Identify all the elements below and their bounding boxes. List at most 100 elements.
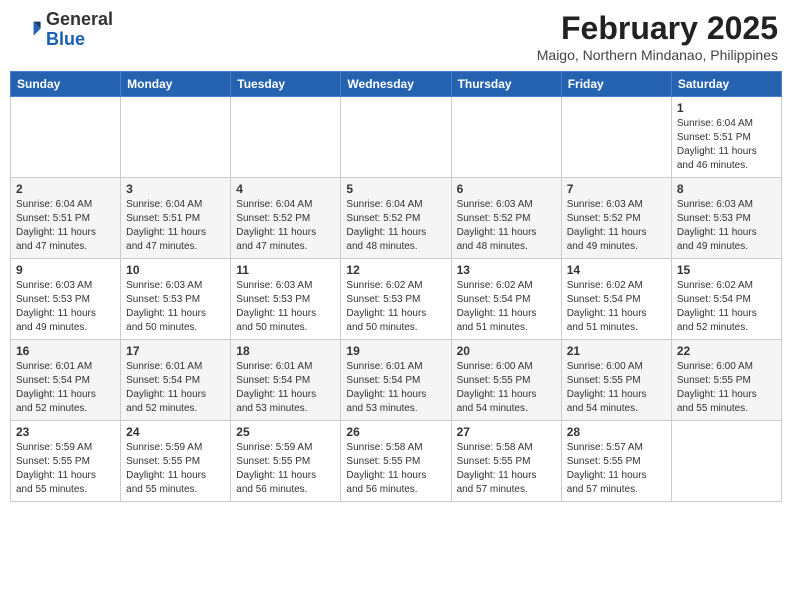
- calendar-cell: 3 Sunrise: 6:04 AM Sunset: 5:51 PM Daylig…: [121, 178, 231, 259]
- weekday-header-sunday: Sunday: [11, 72, 121, 97]
- day-info: Sunrise: 6:04 AM Sunset: 5:51 PM Dayligh…: [677, 117, 776, 173]
- calendar-cell: 4 Sunrise: 6:04 AM Sunset: 5:52 PM Daylig…: [231, 178, 341, 259]
- day-info: Sunrise: 6:01 AM Sunset: 5:54 PM Dayligh…: [346, 360, 445, 416]
- day-number: 17: [126, 344, 225, 358]
- day-info: Sunrise: 6:00 AM Sunset: 5:55 PM Dayligh…: [677, 360, 776, 416]
- day-info: Sunrise: 6:01 AM Sunset: 5:54 PM Dayligh…: [126, 360, 225, 416]
- calendar-cell: 24 Sunrise: 5:59 AM Sunset: 5:55 PM Dayli…: [121, 421, 231, 502]
- calendar-week-row: 9 Sunrise: 6:03 AM Sunset: 5:53 PM Daylig…: [11, 259, 782, 340]
- calendar-cell: 26 Sunrise: 5:58 AM Sunset: 5:55 PM Dayli…: [341, 421, 451, 502]
- calendar-cell: 23 Sunrise: 5:59 AM Sunset: 5:55 PM Dayli…: [11, 421, 121, 502]
- day-info: Sunrise: 6:04 AM Sunset: 5:51 PM Dayligh…: [16, 198, 115, 254]
- day-info: Sunrise: 5:59 AM Sunset: 5:55 PM Dayligh…: [16, 441, 115, 497]
- day-number: 9: [16, 263, 115, 277]
- day-number: 26: [346, 425, 445, 439]
- day-info: Sunrise: 6:03 AM Sunset: 5:52 PM Dayligh…: [567, 198, 666, 254]
- weekday-header-tuesday: Tuesday: [231, 72, 341, 97]
- day-info: Sunrise: 6:04 AM Sunset: 5:52 PM Dayligh…: [346, 198, 445, 254]
- weekday-header-thursday: Thursday: [451, 72, 561, 97]
- day-info: Sunrise: 6:03 AM Sunset: 5:53 PM Dayligh…: [677, 198, 776, 254]
- calendar-cell: 22 Sunrise: 6:00 AM Sunset: 5:55 PM Dayli…: [671, 340, 781, 421]
- day-info: Sunrise: 5:59 AM Sunset: 5:55 PM Dayligh…: [126, 441, 225, 497]
- day-number: 1: [677, 101, 776, 115]
- day-number: 2: [16, 182, 115, 196]
- calendar-cell: 13Sunrise: 6:02 AM Sunset: 5:54 PM Dayli…: [451, 259, 561, 340]
- day-info: Sunrise: 6:03 AM Sunset: 5:53 PM Dayligh…: [236, 279, 335, 335]
- calendar-cell: 12Sunrise: 6:02 AM Sunset: 5:53 PM Dayli…: [341, 259, 451, 340]
- calendar-cell: 10Sunrise: 6:03 AM Sunset: 5:53 PM Dayli…: [121, 259, 231, 340]
- calendar-cell: 28 Sunrise: 5:57 AM Sunset: 5:55 PM Dayli…: [561, 421, 671, 502]
- calendar-cell: 6Sunrise: 6:03 AM Sunset: 5:52 PM Daylig…: [451, 178, 561, 259]
- calendar-cell: 7 Sunrise: 6:03 AM Sunset: 5:52 PM Daylig…: [561, 178, 671, 259]
- day-info: Sunrise: 6:04 AM Sunset: 5:52 PM Dayligh…: [236, 198, 335, 254]
- day-number: 15: [677, 263, 776, 277]
- calendar-cell: 20Sunrise: 6:00 AM Sunset: 5:55 PM Dayli…: [451, 340, 561, 421]
- day-info: Sunrise: 6:02 AM Sunset: 5:54 PM Dayligh…: [457, 279, 556, 335]
- calendar-cell: 14 Sunrise: 6:02 AM Sunset: 5:54 PM Dayli…: [561, 259, 671, 340]
- title-block: February 2025 Maigo, Northern Mindanao, …: [537, 10, 778, 63]
- day-number: 6: [457, 182, 556, 196]
- day-number: 5: [346, 182, 445, 196]
- day-number: 22: [677, 344, 776, 358]
- day-info: Sunrise: 5:57 AM Sunset: 5:55 PM Dayligh…: [567, 441, 666, 497]
- calendar-cell: [121, 97, 231, 178]
- calendar-cell: 5 Sunrise: 6:04 AM Sunset: 5:52 PM Daylig…: [341, 178, 451, 259]
- day-info: Sunrise: 6:02 AM Sunset: 5:54 PM Dayligh…: [567, 279, 666, 335]
- calendar-week-row: 1 Sunrise: 6:04 AM Sunset: 5:51 PM Daylig…: [11, 97, 782, 178]
- calendar-cell: 15 Sunrise: 6:02 AM Sunset: 5:54 PM Dayli…: [671, 259, 781, 340]
- logo-text: General Blue: [46, 10, 113, 50]
- calendar-cell: 1 Sunrise: 6:04 AM Sunset: 5:51 PM Daylig…: [671, 97, 781, 178]
- day-number: 24: [126, 425, 225, 439]
- calendar-cell: [561, 97, 671, 178]
- location: Maigo, Northern Mindanao, Philippines: [537, 47, 778, 63]
- day-number: 11: [236, 263, 335, 277]
- day-info: Sunrise: 6:01 AM Sunset: 5:54 PM Dayligh…: [16, 360, 115, 416]
- calendar-week-row: 23 Sunrise: 5:59 AM Sunset: 5:55 PM Dayli…: [11, 421, 782, 502]
- day-number: 3: [126, 182, 225, 196]
- calendar-cell: 8 Sunrise: 6:03 AM Sunset: 5:53 PM Daylig…: [671, 178, 781, 259]
- page-header: General Blue February 2025 Maigo, Northe…: [10, 10, 782, 63]
- day-info: Sunrise: 6:02 AM Sunset: 5:53 PM Dayligh…: [346, 279, 445, 335]
- calendar-cell: 9Sunrise: 6:03 AM Sunset: 5:53 PM Daylig…: [11, 259, 121, 340]
- calendar-cell: 19 Sunrise: 6:01 AM Sunset: 5:54 PM Dayli…: [341, 340, 451, 421]
- weekday-header-wednesday: Wednesday: [341, 72, 451, 97]
- day-number: 27: [457, 425, 556, 439]
- day-number: 8: [677, 182, 776, 196]
- calendar-cell: 21 Sunrise: 6:00 AM Sunset: 5:55 PM Dayli…: [561, 340, 671, 421]
- calendar-cell: 17 Sunrise: 6:01 AM Sunset: 5:54 PM Dayli…: [121, 340, 231, 421]
- calendar-table: SundayMondayTuesdayWednesdayThursdayFrid…: [10, 71, 782, 502]
- day-info: Sunrise: 5:59 AM Sunset: 5:55 PM Dayligh…: [236, 441, 335, 497]
- weekday-header-row: SundayMondayTuesdayWednesdayThursdayFrid…: [11, 72, 782, 97]
- weekday-header-monday: Monday: [121, 72, 231, 97]
- calendar-cell: 16 Sunrise: 6:01 AM Sunset: 5:54 PM Dayli…: [11, 340, 121, 421]
- day-number: 19: [346, 344, 445, 358]
- day-info: Sunrise: 6:00 AM Sunset: 5:55 PM Dayligh…: [567, 360, 666, 416]
- month-title: February 2025: [537, 10, 778, 47]
- calendar-cell: [11, 97, 121, 178]
- day-info: Sunrise: 6:04 AM Sunset: 5:51 PM Dayligh…: [126, 198, 225, 254]
- calendar-week-row: 16 Sunrise: 6:01 AM Sunset: 5:54 PM Dayli…: [11, 340, 782, 421]
- day-number: 18: [236, 344, 335, 358]
- day-info: Sunrise: 5:58 AM Sunset: 5:55 PM Dayligh…: [457, 441, 556, 497]
- calendar-cell: 11 Sunrise: 6:03 AM Sunset: 5:53 PM Dayli…: [231, 259, 341, 340]
- day-number: 28: [567, 425, 666, 439]
- day-info: Sunrise: 6:00 AM Sunset: 5:55 PM Dayligh…: [457, 360, 556, 416]
- day-number: 7: [567, 182, 666, 196]
- day-number: 23: [16, 425, 115, 439]
- calendar-cell: [671, 421, 781, 502]
- logo-icon: [14, 16, 42, 44]
- day-info: Sunrise: 6:02 AM Sunset: 5:54 PM Dayligh…: [677, 279, 776, 335]
- day-number: 4: [236, 182, 335, 196]
- day-number: 25: [236, 425, 335, 439]
- day-number: 16: [16, 344, 115, 358]
- day-info: Sunrise: 5:58 AM Sunset: 5:55 PM Dayligh…: [346, 441, 445, 497]
- day-info: Sunrise: 6:03 AM Sunset: 5:53 PM Dayligh…: [126, 279, 225, 335]
- calendar-cell: 25 Sunrise: 5:59 AM Sunset: 5:55 PM Dayli…: [231, 421, 341, 502]
- day-number: 21: [567, 344, 666, 358]
- day-info: Sunrise: 6:01 AM Sunset: 5:54 PM Dayligh…: [236, 360, 335, 416]
- calendar-cell: 2 Sunrise: 6:04 AM Sunset: 5:51 PM Daylig…: [11, 178, 121, 259]
- weekday-header-friday: Friday: [561, 72, 671, 97]
- calendar-cell: 18 Sunrise: 6:01 AM Sunset: 5:54 PM Dayli…: [231, 340, 341, 421]
- day-number: 14: [567, 263, 666, 277]
- calendar-cell: [451, 97, 561, 178]
